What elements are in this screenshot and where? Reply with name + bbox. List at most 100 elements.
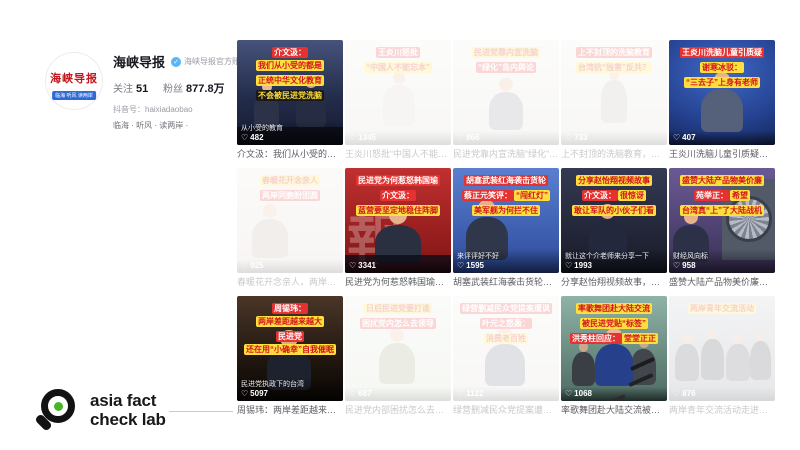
video-caption: 就让这个介老师来分享一下 [565, 251, 663, 261]
heart-icon: ♡ [673, 133, 680, 142]
heart-icon: ♡ [565, 389, 572, 398]
verified-check-icon: ✓ [171, 57, 181, 67]
video-tile[interactable]: 春暖花开念亲人两岸同胞盼团圆 ♡925 春暖花开念亲人，两岸同胞盼团圆... [237, 168, 343, 288]
thumb-bottom-bar: ♡1345 [345, 131, 451, 145]
heart-icon: ♡ [673, 389, 680, 398]
overlay-captions: 春暖花开念亲人两岸同胞盼团圆 [239, 173, 341, 203]
like-count: ♡1068 [565, 389, 663, 398]
profile-bio: 临海 · 听风 · 读两岸 · [113, 120, 253, 131]
video-thumbnail[interactable]: 绿营删减民众党提案遭讽叶元之怒轰：消费老百姓♡1122 [453, 296, 559, 401]
like-count: ♡3341 [349, 261, 447, 270]
video-thumbnail[interactable]: 王炎川怒批“中国人不能忘本” ♡1345 [345, 40, 451, 145]
video-thumbnail[interactable]: 日后民进党要打谁困扰党内怎么去领导 ♡687 [345, 296, 451, 401]
video-tile[interactable]: 周锡玮：两岸差距越来越大民进党还在用“小确幸”自我催眠民进党执政下的台湾♡509… [237, 296, 343, 416]
like-count: ♡958 [673, 261, 771, 270]
thumb-bottom-bar: 就让这个介老师来分享一下♡1993 [561, 249, 667, 273]
video-thumbnail[interactable]: 胡塞武装红海袭击货轮蔡正元笑评：“闯红灯”美军舰为何拦不住来评评好不好♡1595 [453, 168, 559, 273]
video-tile[interactable]: 绿营删减民众党提案遭讽叶元之怒轰：消费老百姓♡1122 绿营删减民众党提案遭讽，叶… [453, 296, 559, 416]
thumb-bottom-bar: 来评评好不好♡1595 [453, 249, 559, 273]
video-tile[interactable]: 報民进党为何惹怒韩国瑜介文汲：蓝营要坚定地稳住阵脚♡3341 民进党为何惹怒韩国瑜… [345, 168, 451, 288]
video-title: 盛赞大陆产品物美价廉，苑举正：希... [669, 276, 775, 288]
heart-icon: ♡ [349, 389, 356, 398]
afcl-logo: asia fact check lab [35, 385, 166, 435]
heart-icon: ♡ [241, 261, 248, 270]
video-tile[interactable]: 分享赵怡翔视频故事介文汲：很惊讶敢让军队的小伙子们看就让这个介老师来分享一下♡1… [561, 168, 667, 288]
overlay-captions: 两岸青年交流活动 [671, 301, 773, 316]
video-tile[interactable]: 两岸青年交流活动 ♡876 两岸青年交流活动走进校园... [669, 296, 775, 416]
thumb-bottom-bar: ♡3341 [345, 259, 451, 273]
video-title: 分享赵怡翔视频故事，介文汲：很惊... [561, 276, 667, 288]
like-count: ♡925 [241, 261, 339, 270]
like-count: ♡1345 [349, 133, 447, 142]
magnifier-icon [35, 385, 81, 435]
heart-icon: ♡ [457, 261, 464, 270]
video-thumbnail[interactable]: 盛赞大陆产品物美价廉苑举正：希望台湾真“上”了大陆战机财经风向标♡958 [669, 168, 775, 273]
like-count: ♡687 [349, 389, 447, 398]
like-count: ♡733 [565, 133, 663, 142]
video-thumbnail[interactable]: 率歌舞团赴大陆交流被民进党贴“标签”洪秀柱回应：堂堂正正♡1068 [561, 296, 667, 401]
video-title: 胡塞武装红海袭击货轮，蔡正元笑... [453, 276, 559, 288]
video-tile[interactable]: 王炎川怒批“中国人不能忘本” ♡1345 王炎川怒批“中国人不能忘本”... [345, 40, 451, 160]
heart-icon: ♡ [241, 389, 248, 398]
overlay-captions: 王炎川怒批“中国人不能忘本” [347, 45, 449, 75]
stat-following: 关注51 [113, 84, 148, 95]
video-title: 王炎川怒批“中国人不能忘本”... [345, 148, 451, 160]
heart-icon: ♡ [241, 133, 248, 142]
video-title: 王炎川洗脑儿童引质疑，谢寒冰驳：... [669, 148, 775, 160]
video-tile[interactable]: 日后民进党要打谁困扰党内怎么去领导 ♡687 民进党内部困扰怎么去领导... [345, 296, 451, 416]
overlay-captions: 民进党靠内宣洗脑“绿化”岛内舆论 [455, 45, 557, 75]
thumb-bottom-bar: ♡407 [669, 131, 775, 145]
video-title: 绿营删减民众党提案遭讽，叶元之怒... [453, 404, 559, 416]
thumb-bottom-bar: ♡733 [561, 131, 667, 145]
video-thumbnail[interactable]: 春暖花开念亲人两岸同胞盼团圆 ♡925 [237, 168, 343, 273]
thumb-bottom-bar: 从小受的教育♡482 [237, 121, 343, 145]
heart-icon: ♡ [349, 133, 356, 142]
heart-icon: ♡ [565, 261, 572, 270]
watermark-rule-line [169, 411, 233, 412]
like-count: ♡1122 [457, 389, 555, 398]
video-title: 民进党为何惹怒韩国瑜？介文汲：... [345, 276, 451, 288]
thumb-bottom-bar: ♡687 [345, 387, 451, 401]
profile-name: 海峡导报 [113, 52, 165, 71]
video-tile[interactable]: 民进党靠内宣洗脑“绿化”岛内舆论♡866民进党靠内宣洗脑“绿化”岛内舆论... [453, 40, 559, 160]
video-grid: 介文汲：我们从小受的都是正统中华文化教育不会被民进党洗脑从小受的教育♡482介文… [237, 40, 775, 416]
overlay-captions: 周锡玮：两岸差距越来越大民进党还在用“小确幸”自我催眠 [239, 301, 341, 357]
overlay-captions: 上不封顶的洗脑教育台湾抗“独害”反共？ [563, 45, 665, 75]
video-title: 民进党内部困扰怎么去领导... [345, 404, 451, 416]
video-thumbnail[interactable]: 報民进党为何惹怒韩国瑜介文汲：蓝营要坚定地稳住阵脚♡3341 [345, 168, 451, 273]
heart-icon: ♡ [673, 261, 680, 270]
video-thumbnail[interactable]: 介文汲：我们从小受的都是正统中华文化教育不会被民进党洗脑从小受的教育♡482 [237, 40, 343, 145]
video-tile[interactable]: 胡塞武装红海袭击货轮蔡正元笑评：“闯红灯”美军舰为何拦不住来评评好不好♡1595… [453, 168, 559, 288]
video-thumbnail[interactable]: 王炎川洗脑儿童引质疑谢寒冰驳：“三去子”上身有老师♡407 [669, 40, 775, 145]
stat-followers: 粉丝877.8万 [163, 84, 225, 95]
video-tile[interactable]: 率歌舞团赴大陆交流被民进党贴“标签”洪秀柱回应：堂堂正正♡1068 率歌舞团赴大陆… [561, 296, 667, 416]
video-title: 上不封顶的洗脑教育，台湾抗“独”... [561, 148, 667, 160]
like-count: ♡1993 [565, 261, 663, 270]
video-tile[interactable]: 王炎川洗脑儿童引质疑谢寒冰驳：“三去子”上身有老师♡407 王炎川洗脑儿童引质疑，… [669, 40, 775, 160]
video-thumbnail[interactable]: 上不封顶的洗脑教育台湾抗“独害”反共？ ♡733 [561, 40, 667, 145]
like-count: ♡876 [673, 389, 771, 398]
overlay-captions: 日后民进党要打谁困扰党内怎么去领导 [347, 301, 449, 331]
video-caption: 财经风向标 [673, 251, 771, 261]
video-tile[interactable]: 介文汲：我们从小受的都是正统中华文化教育不会被民进党洗脑从小受的教育♡482介文… [237, 40, 343, 160]
thumb-bottom-bar: ♡1068 [561, 387, 667, 401]
video-title: 春暖花开念亲人，两岸同胞盼团圆... [237, 276, 343, 288]
avatar-ribbon-text: 临海 听风 读两岸 [52, 91, 96, 100]
profile-info: 海峡导报 ✓ 海峡导报官方账号 关注51 粉丝877.8万 获赞1.3亿 抖音号… [113, 52, 253, 131]
video-title: 率歌舞团赴大陆交流被民进党贴“标... [561, 404, 667, 416]
video-tile[interactable]: 盛赞大陆产品物美价廉苑举正：希望台湾真“上”了大陆战机财经风向标♡958 盛赞大陆… [669, 168, 775, 288]
video-thumbnail[interactable]: 民进党靠内宣洗脑“绿化”岛内舆论 ♡866 [453, 40, 559, 145]
video-tile[interactable]: 上不封顶的洗脑教育台湾抗“独害”反共？ ♡733 上不封顶的洗脑教育，台湾抗“独”.… [561, 40, 667, 160]
video-caption: 来评评好不好 [457, 251, 555, 261]
avatar[interactable]: 海峡导报 临海 听风 读两岸 [45, 52, 103, 110]
like-count: ♡1595 [457, 261, 555, 270]
video-title: 周锡玮：两岸差距越来越大，民进党... [237, 404, 343, 416]
thumb-bottom-bar: ♡866 [453, 131, 559, 145]
video-thumbnail[interactable]: 分享赵怡翔视频故事介文汲：很惊讶敢让军队的小伙子们看就让这个介老师来分享一下♡1… [561, 168, 667, 273]
like-count: ♡482 [241, 133, 339, 142]
video-thumbnail[interactable]: 周锡玮：两岸差距越来越大民进党还在用“小确幸”自我催眠民进党执政下的台湾♡509… [237, 296, 343, 401]
afcl-wordmark: asia fact check lab [90, 391, 166, 429]
video-title: 两岸青年交流活动走进校园... [669, 404, 775, 416]
video-thumbnail[interactable]: 两岸青年交流活动 ♡876 [669, 296, 775, 401]
heart-icon: ♡ [565, 133, 572, 142]
